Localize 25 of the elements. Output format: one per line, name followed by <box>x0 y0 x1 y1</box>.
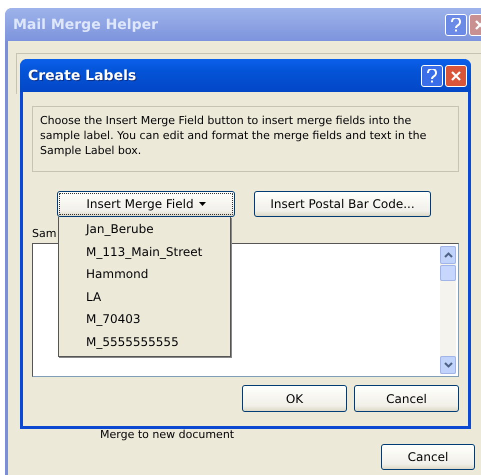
help-button[interactable] <box>445 14 467 36</box>
close-button[interactable] <box>445 64 467 86</box>
question-mark-icon <box>426 68 438 82</box>
field-label: Sam <box>32 227 56 240</box>
menu-item[interactable]: Hammond <box>59 263 230 286</box>
instructions-text: Choose the Insert Merge Field button to insert merge fields into the sample label. You can edit and format the merge fields and text in the Sample Label box. <box>32 106 459 172</box>
merge-option-label: Merge to new document <box>100 428 234 441</box>
cancel-button[interactable]: Cancel <box>354 385 459 412</box>
menu-item[interactable]: M_70403 <box>59 308 230 330</box>
close-icon <box>450 70 462 82</box>
caret-icon <box>198 202 206 206</box>
postal-code-button[interactable]: Insert Postal Bar Code... <box>254 191 431 217</box>
scrollbar[interactable] <box>440 246 456 374</box>
insert-field-button[interactable]: Insert Merge Field <box>57 191 235 217</box>
menu-item[interactable]: M_5555555555 <box>59 330 230 353</box>
menu-item[interactable]: LA <box>59 286 230 308</box>
window-title: Mail Merge Helper <box>13 16 158 32</box>
scroll-thumb[interactable] <box>440 265 456 281</box>
window-title: Create Labels <box>28 68 136 84</box>
question-mark-icon <box>450 18 462 32</box>
cancel-button[interactable]: Cancel <box>381 444 475 470</box>
ok-button[interactable]: OK <box>242 385 347 412</box>
help-button[interactable] <box>421 64 443 86</box>
menu-item[interactable]: Jan_Berube <box>59 218 230 240</box>
menu-item[interactable]: M_113_Main_Street <box>59 240 230 263</box>
